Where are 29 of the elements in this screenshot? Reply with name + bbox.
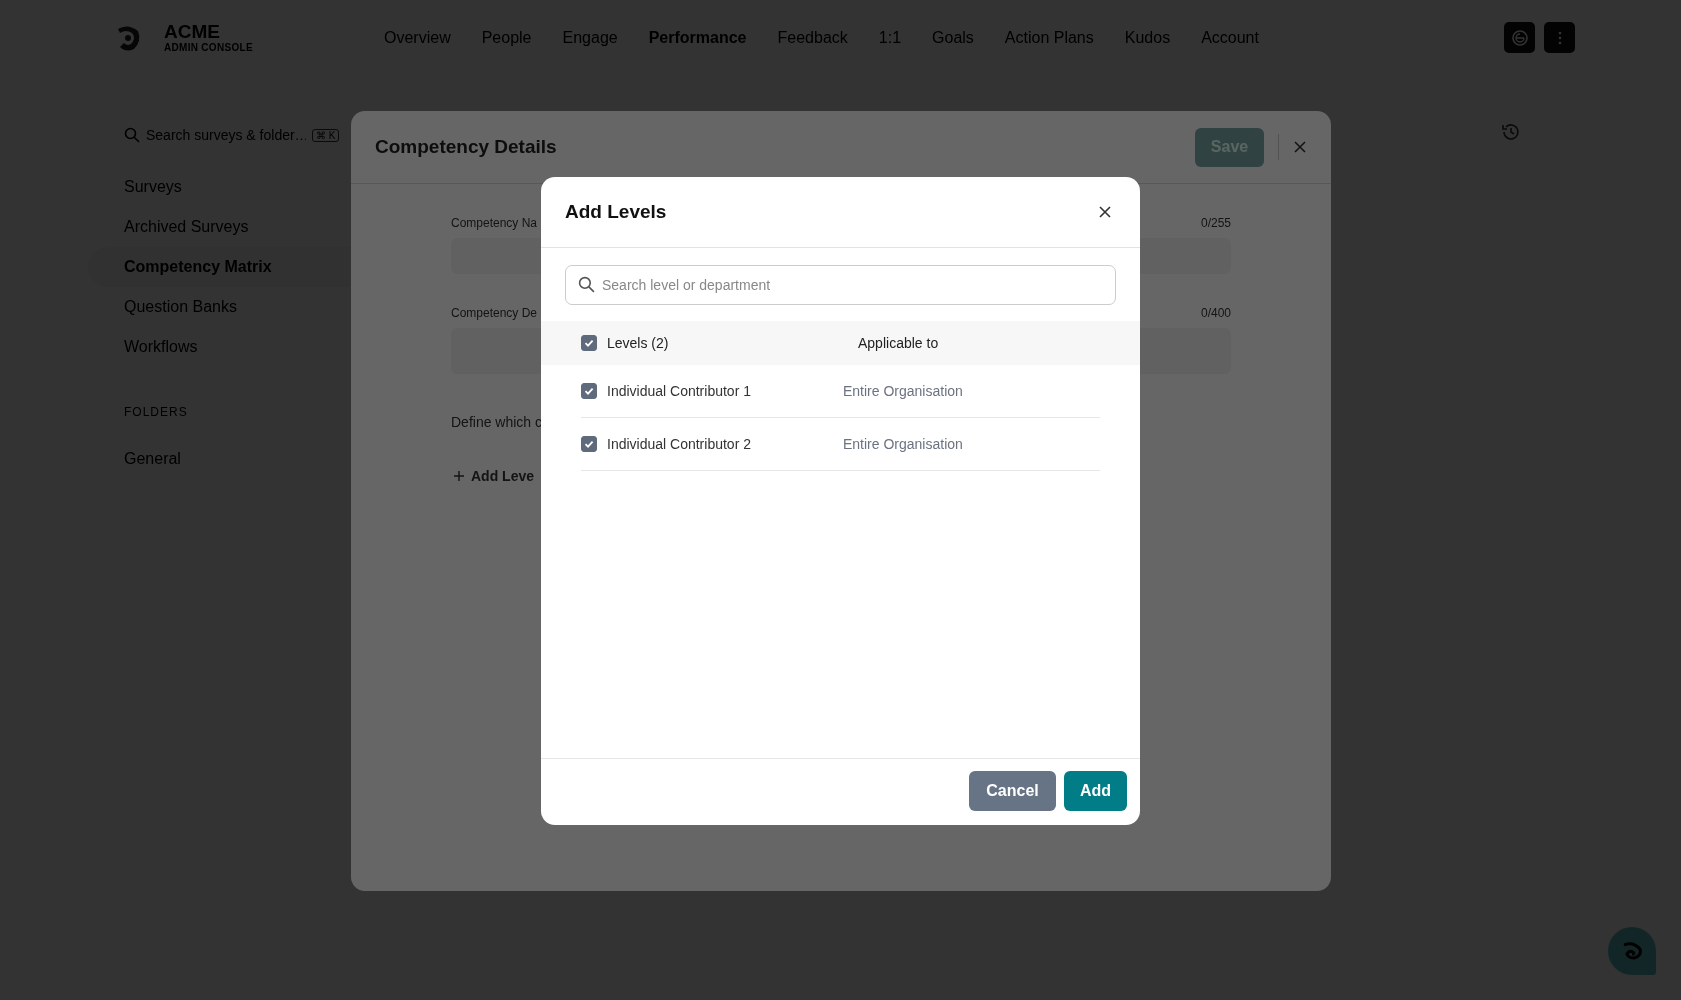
plus-icon (453, 470, 465, 482)
circle-icon (1510, 28, 1529, 47)
field-label: Competency De (451, 306, 538, 320)
field-label: Competency Na (451, 216, 538, 230)
check-icon (583, 337, 595, 349)
check-icon (583, 438, 595, 450)
chat-logo-icon (1621, 942, 1643, 960)
level-name: Individual Contributor 1 (607, 383, 751, 399)
instruction-text: Define which c (451, 414, 544, 430)
add-levels-link[interactable]: Add Leve (453, 468, 537, 484)
applicable-to: Entire Organisation (843, 383, 963, 399)
checkbox[interactable] (581, 436, 597, 452)
close-icon[interactable] (1098, 205, 1112, 219)
search-icon (124, 127, 140, 143)
check-icon (583, 385, 595, 397)
character-counter: 0/400 (1200, 306, 1231, 320)
cancel-button[interactable]: Cancel (969, 771, 1056, 811)
checkbox[interactable] (581, 335, 597, 351)
applicable-to: Entire Organisation (843, 436, 963, 452)
search-field[interactable]: Search level or department (565, 265, 1116, 305)
checkbox[interactable] (581, 383, 597, 399)
panel-title: Competency Details (375, 136, 557, 158)
character-counter: 0/255 (1200, 216, 1231, 230)
level-name: Individual Contributor 2 (607, 436, 751, 452)
column-header: Applicable to (858, 335, 939, 351)
add-button[interactable]: Add (1064, 771, 1127, 811)
search-icon (578, 276, 595, 293)
column-header: Levels (2) (607, 335, 669, 351)
modal-title: Add Levels (565, 201, 667, 223)
